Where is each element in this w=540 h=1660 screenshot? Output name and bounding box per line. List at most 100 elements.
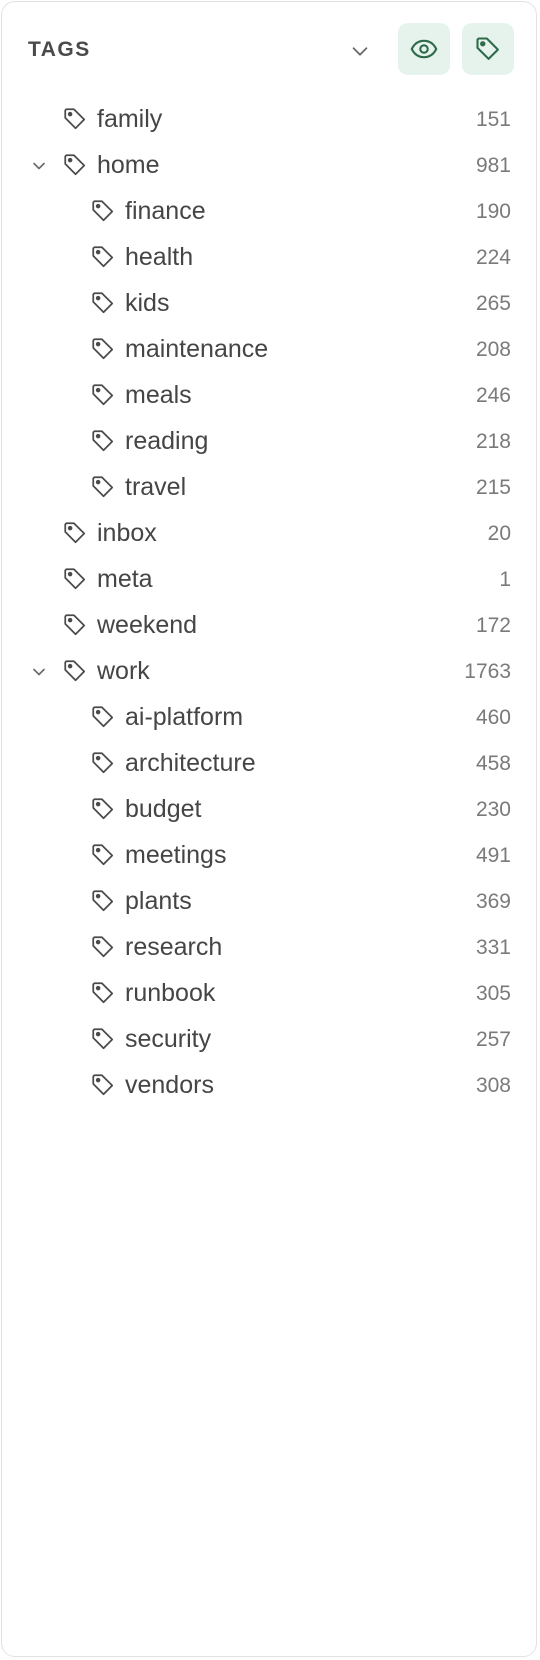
tag-label: work [97, 657, 150, 685]
tag-icon [90, 244, 116, 270]
tag-row[interactable]: home 981 [2, 142, 536, 188]
child-tag-row[interactable]: meals 246 [2, 372, 536, 418]
tag-icon [90, 934, 116, 960]
tag-label: inbox [97, 519, 157, 547]
tag-label: architecture [125, 749, 256, 777]
tag-count: 230 [475, 798, 511, 821]
child-tag-row[interactable]: finance 190 [2, 188, 536, 234]
tag-icon [90, 888, 116, 914]
child-tag-row[interactable]: vendors 308 [2, 1062, 536, 1108]
tag-tree: family 151 home 981 finance 190 health 224 kids 2… [2, 96, 536, 1108]
tag-label: meta [97, 565, 153, 593]
tag-label: research [125, 933, 223, 961]
tag-count: 308 [475, 1074, 511, 1097]
child-tag-row[interactable]: travel 215 [2, 464, 536, 510]
tag-count: 208 [475, 338, 511, 361]
tag-count: 305 [475, 982, 511, 1005]
tag-row[interactable]: weekend 172 [2, 602, 536, 648]
child-tag-row[interactable]: kids 265 [2, 280, 536, 326]
tag-label: home [97, 151, 160, 179]
tag-row[interactable]: meta 1 [2, 556, 536, 602]
child-tag-row[interactable]: research 331 [2, 924, 536, 970]
toggle-visibility-button[interactable] [398, 23, 450, 75]
tags-panel-header: TAGS [2, 2, 536, 98]
tag-label: vendors [125, 1071, 214, 1099]
tag-count: 246 [475, 384, 511, 407]
expand-chevron-icon[interactable] [29, 156, 49, 176]
tag-icon [90, 1072, 116, 1098]
eye-icon [410, 39, 438, 59]
tag-label: finance [125, 197, 206, 225]
child-tag-row[interactable]: maintenance 208 [2, 326, 536, 372]
tag-count: 331 [475, 936, 511, 959]
tag-count: 458 [475, 752, 511, 775]
tag-row[interactable]: family 151 [2, 96, 536, 142]
tag-icon [90, 842, 116, 868]
tag-count: 218 [475, 430, 511, 453]
tag-icon [476, 37, 499, 60]
tag-icon [90, 474, 116, 500]
tag-icon [62, 658, 88, 684]
child-tag-row[interactable]: ai-platform 460 [2, 694, 536, 740]
tag-count: 1763 [464, 660, 511, 683]
panel-title: TAGS [28, 38, 91, 61]
tag-label: reading [125, 427, 209, 455]
collapse-panel-button[interactable] [345, 36, 375, 66]
tag-count: 172 [475, 614, 511, 637]
tag-label: maintenance [125, 335, 269, 363]
tags-panel: TAGS family 151 home 981 finance 190 health 224… [1, 1, 537, 1657]
child-tag-row[interactable]: runbook 305 [2, 970, 536, 1016]
tag-count: 491 [475, 844, 511, 867]
tag-icon [62, 612, 88, 638]
tag-icon [62, 566, 88, 592]
tag-count: 190 [475, 200, 511, 223]
tag-label: meetings [125, 841, 227, 869]
tag-label: budget [125, 795, 202, 823]
tag-icon [90, 290, 116, 316]
child-tag-row[interactable]: architecture 458 [2, 740, 536, 786]
child-tag-row[interactable]: meetings 491 [2, 832, 536, 878]
tag-label: health [125, 243, 194, 271]
tag-count: 460 [475, 706, 511, 729]
tag-label: travel [125, 473, 187, 501]
tag-count: 215 [475, 476, 511, 499]
child-tag-row[interactable]: security 257 [2, 1016, 536, 1062]
tag-count: 257 [475, 1028, 511, 1051]
tag-label: security [125, 1025, 212, 1053]
tag-row[interactable]: work 1763 [2, 648, 536, 694]
tag-label: family [97, 105, 163, 133]
child-tag-row[interactable]: health 224 [2, 234, 536, 280]
tag-icon [62, 520, 88, 546]
tag-icon [62, 152, 88, 178]
child-tag-row[interactable]: plants 369 [2, 878, 536, 924]
tag-count: 151 [475, 108, 511, 131]
tag-label: ai-platform [125, 703, 244, 731]
tag-label: weekend [97, 611, 198, 639]
tag-icon [62, 106, 88, 132]
tag-icon [90, 750, 116, 776]
chevron-down-icon [352, 47, 368, 56]
expand-chevron-icon[interactable] [29, 662, 49, 682]
tag-icon [90, 336, 116, 362]
tag-action-button[interactable] [462, 23, 514, 75]
child-tag-row[interactable]: reading 218 [2, 418, 536, 464]
tag-label: plants [125, 887, 192, 915]
tag-count: 20 [487, 522, 511, 545]
tag-label: kids [125, 289, 170, 317]
tag-icon [90, 796, 116, 822]
tag-label: meals [125, 381, 192, 409]
tag-icon [90, 198, 116, 224]
child-tag-row[interactable]: budget 230 [2, 786, 536, 832]
tag-count: 981 [475, 154, 511, 177]
tag-row[interactable]: inbox 20 [2, 510, 536, 556]
tag-count: 224 [475, 246, 511, 269]
tag-icon [90, 980, 116, 1006]
tag-icon [90, 704, 116, 730]
tag-icon [90, 382, 116, 408]
tag-count: 1 [499, 568, 511, 591]
tag-icon [90, 1026, 116, 1052]
tag-label: runbook [125, 979, 216, 1007]
tag-count: 369 [475, 890, 511, 913]
tag-icon [90, 428, 116, 454]
tag-count: 265 [475, 292, 511, 315]
